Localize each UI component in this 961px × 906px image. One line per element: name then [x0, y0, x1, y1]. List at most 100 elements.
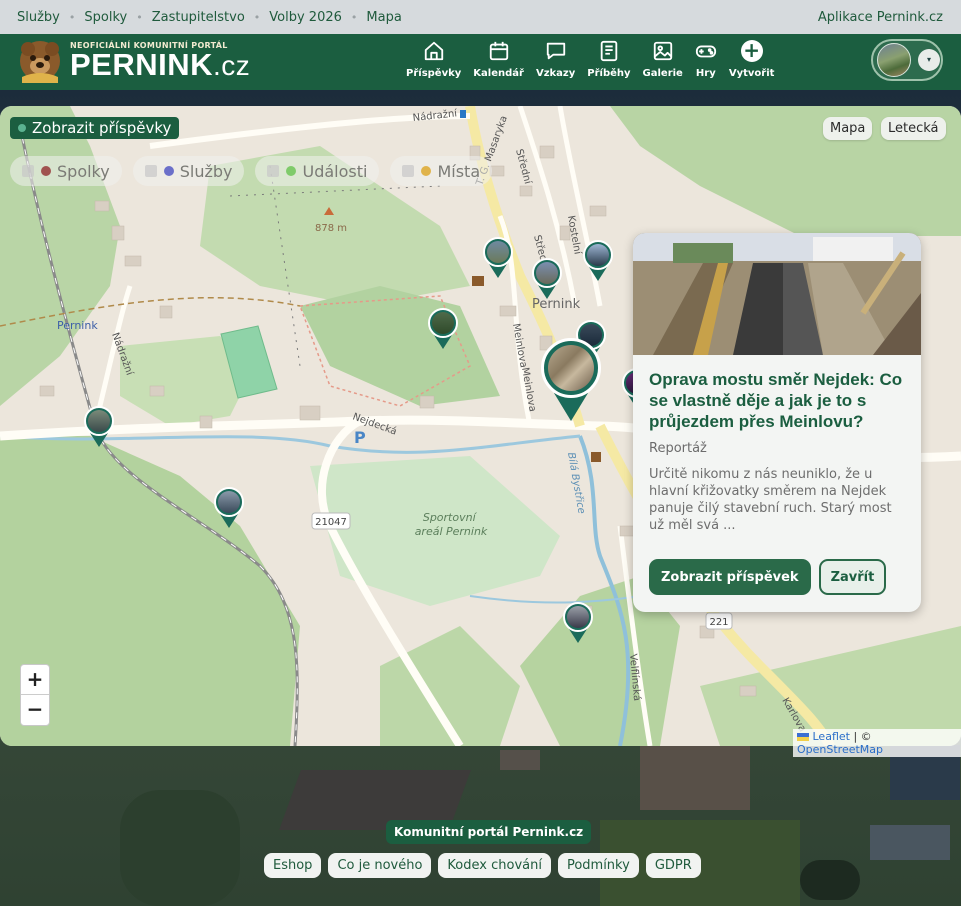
top-link-spolky[interactable]: Spolky	[84, 10, 127, 25]
nav-label: Galerie	[642, 68, 683, 79]
map-attribution: Leaflet | © OpenStreetMap	[793, 729, 961, 757]
checkbox-icon[interactable]	[402, 165, 415, 177]
show-posts-toggle[interactable]: Zobrazit příspěvky	[10, 117, 180, 139]
post-marker[interactable]	[428, 308, 458, 350]
zoom-out-button[interactable]: −	[21, 695, 49, 725]
separator-dot: •	[350, 10, 358, 24]
close-popup-button[interactable]: Zavřít	[818, 559, 887, 595]
footer-link-eshop[interactable]: Eshop	[264, 853, 322, 878]
nav-label: Kalendář	[473, 68, 524, 79]
post-marker-active[interactable]	[541, 338, 601, 424]
street-label: Střední	[513, 148, 534, 187]
logo-tld: .cz	[213, 50, 251, 81]
road-shield-label: 221	[709, 617, 728, 628]
main-nav: Příspěvky Kalendář Vzkazy Příběhy Galeri…	[400, 40, 781, 80]
chevron-down-icon[interactable]: ▾	[918, 49, 940, 71]
category-dot-icon	[421, 166, 432, 176]
plus-icon: +	[740, 40, 763, 62]
filter-label: Služby	[179, 161, 233, 181]
footer-link-whats-new[interactable]: Co je nového	[328, 853, 432, 878]
post-marker[interactable]	[583, 240, 613, 282]
category-dot-icon	[286, 166, 297, 176]
layer-map-button[interactable]: Mapa	[823, 117, 873, 140]
home-icon	[424, 41, 443, 61]
image-icon	[653, 41, 672, 61]
post-marker[interactable]	[532, 258, 562, 300]
nav-hry[interactable]: Hry	[689, 40, 723, 79]
layer-satellite-button[interactable]: Letecká	[881, 117, 946, 140]
category-filters: Spolky Služby Události Místa	[10, 156, 503, 186]
footer-links: Eshop Co je nového Kodex chování Podmínk…	[264, 853, 708, 878]
nav-pribehy[interactable]: Příběhy	[581, 40, 636, 79]
bus-stop-icon	[460, 110, 466, 118]
checkbox-icon[interactable]	[267, 165, 280, 177]
logo-main-text: PERNINK	[70, 47, 214, 82]
top-link-mapa[interactable]: Mapa	[366, 10, 401, 25]
street-label: Nádražní	[412, 107, 459, 124]
document-icon	[600, 40, 618, 62]
post-excerpt: Určitě nikomu z nás neuniklo, že u hlavn…	[649, 467, 892, 533]
user-menu[interactable]: ▾	[871, 39, 943, 81]
filter-label: Místa	[437, 161, 481, 181]
filter-udalosti[interactable]: Události	[255, 156, 380, 186]
post-marker[interactable]	[563, 602, 593, 644]
post-marker[interactable]	[84, 406, 114, 448]
separator-dot: •	[68, 10, 76, 24]
station-label: Pernink	[57, 319, 98, 332]
osm-link[interactable]: OpenStreetMap	[797, 743, 883, 756]
toggle-dot-icon	[18, 124, 26, 132]
avatar	[877, 43, 911, 77]
nav-label: Hry	[695, 68, 716, 79]
top-link-sluzby[interactable]: Služby	[17, 10, 60, 25]
zoom-in-button[interactable]: +	[21, 665, 49, 695]
nav-label: Vzkazy	[535, 68, 576, 79]
app-link[interactable]: Aplikace Pernink.cz	[818, 10, 943, 25]
top-link-zastupitelstvo[interactable]: Zastupitelstvo	[152, 10, 245, 25]
attribution-separator: | ©	[849, 730, 872, 743]
filter-spolky[interactable]: Spolky	[10, 156, 122, 186]
filter-label: Události	[302, 161, 368, 181]
calendar-icon	[489, 41, 508, 61]
filter-sluzby[interactable]: Služby	[132, 156, 245, 186]
site-logo[interactable]: NEOFICIÁLNÍ KOMUNITNÍ PORTÁL PERNINK.cz	[18, 39, 250, 83]
post-title[interactable]: Oprava mostu směr Nejdek: Co se vlastně …	[649, 369, 905, 432]
view-post-button[interactable]: Zobrazit příspěvek	[649, 559, 811, 595]
footer-title: Komunitní portál Pernink.cz	[386, 820, 592, 844]
filter-label: Spolky	[57, 161, 110, 181]
nav-galerie[interactable]: Galerie	[637, 40, 689, 79]
footer-link-gdpr[interactable]: GDPR	[645, 853, 701, 878]
logo-wordmark: PERNINK.cz	[70, 47, 251, 82]
flag-icon	[797, 733, 809, 741]
category-dot-icon	[163, 166, 174, 176]
nav-label: Příspěvky	[406, 68, 462, 79]
post-photo[interactable]	[633, 233, 921, 355]
checkbox-icon[interactable]	[144, 165, 157, 177]
road-shield-label: 21047	[315, 517, 347, 528]
nav-kalendar[interactable]: Kalendář	[467, 40, 530, 79]
top-utility-bar: Služby • Spolky • Zastupitelstvo • Volby…	[0, 0, 961, 34]
footer-link-terms[interactable]: Podmínky	[557, 853, 639, 878]
chat-icon	[546, 42, 565, 60]
leaflet-link[interactable]: Leaflet	[813, 730, 850, 743]
nav-prispevky[interactable]: Příspěvky	[400, 40, 467, 79]
top-link-volby[interactable]: Volby 2026	[269, 10, 342, 25]
zoom-control: + −	[20, 664, 50, 726]
popup-actions: Zobrazit příspěvek Zavřít	[649, 559, 887, 595]
footer-link-code-of-conduct[interactable]: Kodex chování	[438, 853, 551, 878]
poi-icon	[591, 452, 601, 462]
sports-area-line-2: areál Pernink	[415, 525, 488, 538]
bear-logo-icon	[20, 41, 60, 83]
filter-mista[interactable]: Místa	[390, 156, 493, 186]
nav-label: Vytvořit	[728, 68, 775, 79]
show-posts-label: Zobrazit příspěvky	[32, 119, 172, 137]
post-type: Reportáž	[649, 441, 707, 456]
nav-vytvorit[interactable]: + Vytvořit	[723, 40, 781, 80]
post-marker[interactable]	[483, 237, 513, 279]
nav-vzkazy[interactable]: Vzkazy	[530, 40, 581, 79]
sports-area-line-1: Sportovní	[423, 511, 478, 524]
separator-dot: •	[253, 10, 261, 24]
sports-area-label: Sportovní areál Pernink	[415, 511, 488, 538]
checkbox-icon[interactable]	[22, 165, 34, 177]
post-marker[interactable]	[214, 487, 244, 529]
river-label: Bílá Bystřice	[565, 451, 588, 514]
